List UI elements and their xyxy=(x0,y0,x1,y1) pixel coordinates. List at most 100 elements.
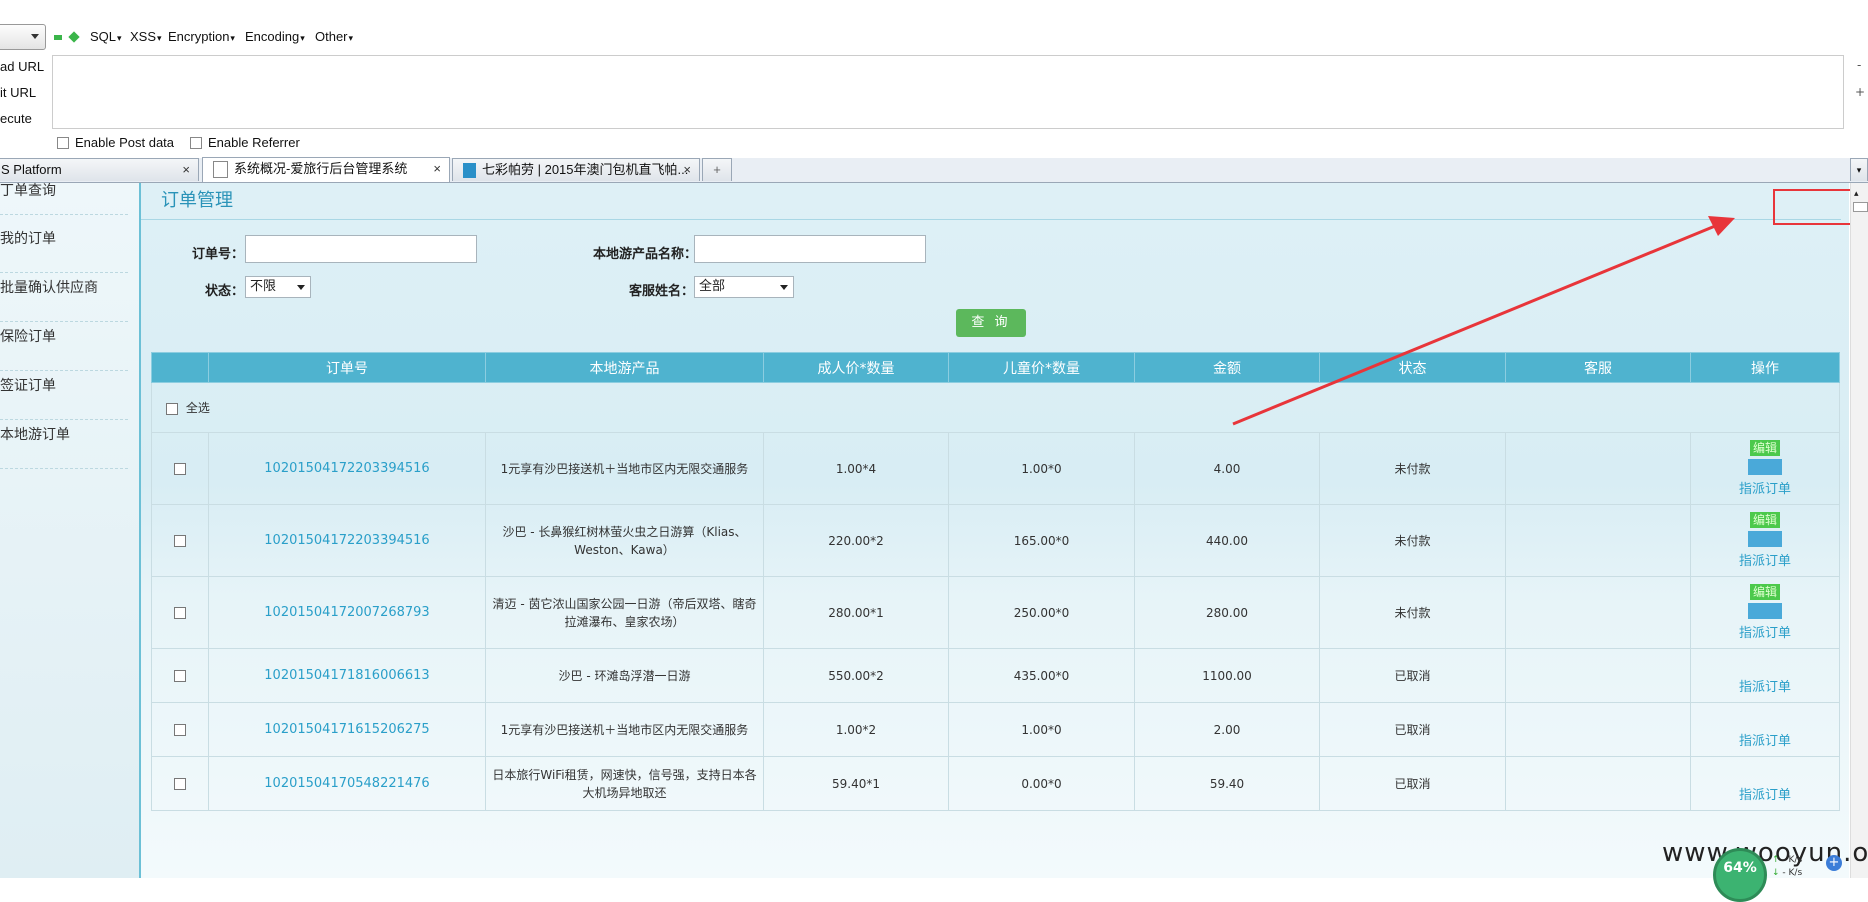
sidebar-item-visa[interactable]: 签证订单 xyxy=(0,371,128,420)
assign-order-link[interactable]: 指派订单 xyxy=(1739,622,1791,641)
hackbar-load-select[interactable] xyxy=(0,24,46,50)
scrollbar-thumb[interactable] xyxy=(1853,202,1868,212)
tab-palau[interactable]: 七彩帕劳 | 2015年澳门包机直飞帕... × xyxy=(452,158,700,181)
table-row: 10201504170548221476 日本旅行WiFi租赁，网速快，信号强，支… xyxy=(151,756,1840,811)
adult-price-cell: 1.00*4 xyxy=(763,432,949,505)
chevron-down-icon xyxy=(31,34,39,39)
menu-encoding[interactable]: Encoding▾ xyxy=(245,29,305,44)
row-checkbox[interactable] xyxy=(174,670,186,682)
new-tab-button[interactable]: + xyxy=(702,158,732,181)
order-number-link[interactable]: 10201504170548221476 xyxy=(208,756,486,811)
upload-speed: ↑ - K/s xyxy=(1772,855,1803,865)
edit-button[interactable]: 编辑 xyxy=(1749,512,1780,528)
assign-order-link[interactable]: 指派订单 xyxy=(1739,730,1791,749)
product-cell: 清迈 - 茵它浓山国家公园一日游（帝后双塔、瞎奇拉滩瀑布、皇家农场） xyxy=(485,576,764,649)
adult-price-cell: 59.40*1 xyxy=(763,756,949,811)
row-checkbox-cell xyxy=(151,648,209,703)
sidebar-item-batch-confirm[interactable]: 批量确认供应商 xyxy=(0,273,128,322)
order-no-input[interactable] xyxy=(245,235,477,263)
row-checkbox[interactable] xyxy=(174,535,186,547)
row-checkbox-cell xyxy=(151,576,209,649)
gauge-value: 64% xyxy=(1723,860,1757,876)
adult-price-cell: 220.00*2 xyxy=(763,504,949,577)
assign-order-link[interactable]: 指派订单 xyxy=(1739,478,1791,497)
row-checkbox[interactable] xyxy=(174,607,186,619)
adult-price-cell: 550.00*2 xyxy=(763,648,949,703)
sidebar-item-my-orders[interactable]: 我的订单 xyxy=(0,224,128,273)
green-minus-icon[interactable] xyxy=(54,35,62,40)
split-url-button[interactable]: it URL xyxy=(0,85,36,100)
order-number-link[interactable]: 10201504171816006613 xyxy=(208,648,486,703)
order-no-label: 订单号： xyxy=(192,247,245,262)
operations-cell: 指派订单 xyxy=(1690,648,1840,703)
page-icon xyxy=(213,161,228,179)
order-number-link[interactable]: 10201504172203394516 xyxy=(208,504,486,577)
assign-order-link[interactable]: 指派订单 xyxy=(1739,550,1791,569)
enable-referrer-checkbox[interactable] xyxy=(190,137,202,149)
edit-button[interactable]: 编辑 xyxy=(1749,584,1780,600)
product-name-input[interactable] xyxy=(694,235,926,263)
close-icon[interactable]: × xyxy=(433,158,441,180)
tab-title: S Platform xyxy=(1,162,62,177)
row-checkbox[interactable] xyxy=(174,724,186,736)
add-icon[interactable]: + xyxy=(1826,855,1842,871)
edit-button[interactable]: 编辑 xyxy=(1749,440,1780,456)
chevron-down-icon xyxy=(780,285,788,290)
child-price-cell: 0.00*0 xyxy=(948,756,1135,811)
action-button[interactable] xyxy=(1748,531,1782,547)
status-cell: 未付款 xyxy=(1319,504,1506,577)
execute-button[interactable]: ecute xyxy=(0,111,32,126)
scroll-up-icon[interactable]: ▴ xyxy=(1854,189,1859,199)
menu-xss[interactable]: XSS▾ xyxy=(130,29,162,44)
cs-name-select[interactable]: 全部 xyxy=(694,276,794,298)
shrink-button[interactable]: - xyxy=(1857,58,1861,72)
green-diamond-icon[interactable] xyxy=(68,31,80,43)
sidebar-item-insurance[interactable]: 保险订单 xyxy=(0,322,128,371)
network-speed-gauge: 64% xyxy=(1713,848,1767,902)
row-checkbox[interactable] xyxy=(174,463,186,475)
menu-encryption[interactable]: Encryption▾ xyxy=(168,29,235,44)
menu-other[interactable]: Other▾ xyxy=(315,29,353,44)
vertical-scrollbar[interactable]: ▴ xyxy=(1850,183,1868,878)
tab-title: 七彩帕劳 | 2015年澳门包机直飞帕... xyxy=(482,162,689,177)
status-cell: 已取消 xyxy=(1319,756,1506,811)
query-button[interactable]: 查 询 xyxy=(956,309,1026,337)
row-checkbox-cell xyxy=(151,756,209,811)
url-textarea[interactable] xyxy=(52,55,1844,129)
order-number-link[interactable]: 10201504172007268793 xyxy=(208,576,486,649)
sidebar-item-order-query[interactable]: 丁单查询 xyxy=(0,176,128,215)
cs-cell xyxy=(1505,432,1691,505)
product-cell: 日本旅行WiFi租赁，网速快，信号强，支持日本各大机场异地取还 xyxy=(485,756,764,811)
operations-cell: 编辑 指派订单 xyxy=(1690,576,1840,649)
order-number-link[interactable]: 10201504171615206275 xyxy=(208,702,486,757)
assign-order-link[interactable]: 指派订单 xyxy=(1739,676,1791,695)
column-header: 儿童价*数量 xyxy=(948,352,1135,383)
sidebar-item-local-tour[interactable]: 本地游订单 xyxy=(0,420,128,469)
product-cell: 1元享有沙巴接送机＋当地市区内无限交通服务 xyxy=(485,432,764,505)
enable-post-checkbox[interactable] xyxy=(57,137,69,149)
action-button[interactable] xyxy=(1748,459,1782,475)
assign-order-link[interactable]: 指派订单 xyxy=(1739,784,1791,803)
menu-sql[interactable]: SQL▾ xyxy=(90,29,122,44)
child-price-cell: 435.00*0 xyxy=(948,648,1135,703)
tab-system-overview[interactable]: 系统概况-爱旅行后台管理系统 × xyxy=(202,157,450,182)
amount-cell: 2.00 xyxy=(1134,702,1320,757)
operations-cell: 指派订单 xyxy=(1690,702,1840,757)
load-url-button[interactable]: ad URL xyxy=(0,59,44,74)
table-row: 10201504172203394516 沙巴 - 长鼻猴红树林萤火虫之日游算（K… xyxy=(151,504,1840,577)
action-button[interactable] xyxy=(1748,603,1782,619)
select-all-checkbox[interactable] xyxy=(166,402,178,415)
child-price-cell: 250.00*0 xyxy=(948,576,1135,649)
close-icon[interactable]: × xyxy=(683,159,691,181)
column-header xyxy=(151,352,209,383)
status-select[interactable]: 不限 xyxy=(245,276,311,298)
status-cell: 未付款 xyxy=(1319,432,1506,505)
product-cell: 1元享有沙巴接送机＋当地市区内无限交通服务 xyxy=(485,702,764,757)
table-row: 10201504171816006613 沙巴 - 环滩岛浮潜一日游 550.00*… xyxy=(151,648,1840,703)
expand-button[interactable]: + xyxy=(1855,85,1865,99)
close-icon[interactable]: × xyxy=(182,159,190,181)
order-number-link[interactable]: 10201504172203394516 xyxy=(208,432,486,505)
column-header: 本地游产品 xyxy=(485,352,764,383)
tab-list-dropdown[interactable]: ▾ xyxy=(1850,158,1868,181)
row-checkbox[interactable] xyxy=(174,778,186,790)
